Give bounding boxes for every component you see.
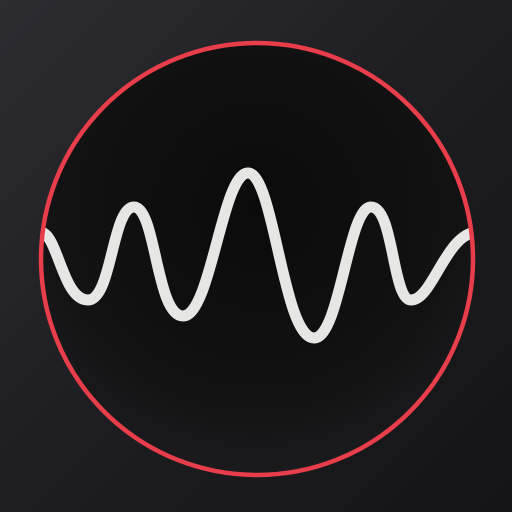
waveform-icon — [38, 40, 476, 478]
app-icon — [0, 0, 512, 512]
